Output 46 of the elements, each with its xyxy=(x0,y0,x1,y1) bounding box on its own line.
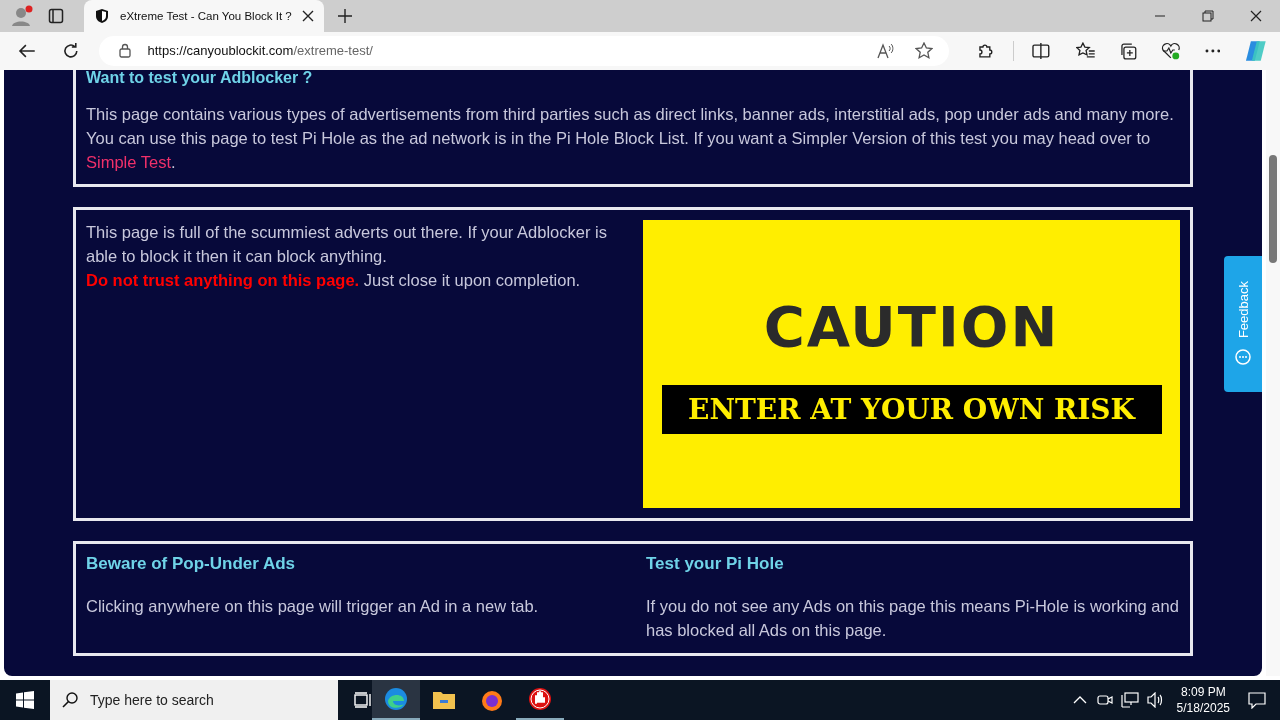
collections-icon[interactable] xyxy=(1119,41,1137,60)
chevron-up-icon[interactable] xyxy=(1072,696,1087,704)
caution-subtitle: ENTER AT YOUR OWN RISK xyxy=(661,384,1162,434)
puzzle-icon[interactable] xyxy=(977,41,995,60)
warning-paragraph: This page is full of the scummiest adverts out there. If your Adblocker is able to block it then it can block anything. Do not trust anything on this page. Just close it upon completion. xyxy=(86,221,608,291)
speaker-icon[interactable] xyxy=(1146,692,1165,708)
simple-test-link[interactable]: Simple Test xyxy=(86,152,171,171)
info-paragraph: Clicking anywhere on this page will trigger an Ad in a new tab. xyxy=(86,595,540,617)
chat-bubble-icon xyxy=(1234,348,1252,367)
read-aloud-icon[interactable] xyxy=(877,42,896,59)
intro-paragraph: This page contains various types of advertisements from third parties such as direct links, banner ads, interstitial ads, pop under ads and many more. You can use this page to test Pi Hole as the ad network is in the Pi Hole Block List. If you want a Simpler Version of this test you may head over to Simple Test. xyxy=(86,103,1175,173)
refresh-icon[interactable] xyxy=(61,41,80,60)
url-text: https://canyoublockit.com/extreme-test/ xyxy=(147,43,373,59)
back-arrow-icon[interactable] xyxy=(18,42,36,59)
windows-start-icon[interactable] xyxy=(16,691,34,709)
camera-icon[interactable] xyxy=(1096,692,1113,708)
star-icon[interactable] xyxy=(915,41,934,60)
info-paragraph: If you do not see any Ads on this page this means Pi-Hole is working and has blocked all Ads on this page. xyxy=(646,595,1180,641)
tab-actions-icon[interactable] xyxy=(48,8,64,24)
restore-icon[interactable] xyxy=(1202,10,1214,22)
shield-icon xyxy=(94,8,110,24)
close-icon[interactable] xyxy=(302,10,314,22)
close-icon[interactable] xyxy=(1250,10,1262,22)
scrollbar[interactable] xyxy=(1266,69,1280,676)
tab-title: eXtreme Test - Can You Block It ? xyxy=(120,10,292,22)
taskbar-search-field[interactable]: Type here to search xyxy=(50,680,338,720)
split-screen-icon[interactable] xyxy=(1031,42,1050,59)
profile-icon[interactable] xyxy=(10,4,34,28)
lock-icon xyxy=(119,43,132,59)
caution-title: CAUTION xyxy=(763,293,1060,359)
scrollbar-thumb[interactable] xyxy=(1269,154,1277,263)
more-options-icon[interactable] xyxy=(1204,48,1221,53)
new-tab-icon[interactable] xyxy=(338,9,352,23)
notifications-icon[interactable] xyxy=(1248,691,1266,709)
address-bar[interactable]: https://canyoublockit.com/extreme-test/ xyxy=(99,35,950,66)
search-icon xyxy=(62,692,78,708)
network-icon[interactable] xyxy=(1120,692,1139,708)
clock-date[interactable]: 5/18/2025 xyxy=(1176,701,1230,715)
browser-tab[interactable]: eXtreme Test - Can You Block It ? xyxy=(84,0,324,32)
section-heading: Beware of Pop-Under Ads xyxy=(86,553,297,574)
section-heading: Test your Pi Hole xyxy=(646,553,785,574)
favorites-icon[interactable] xyxy=(1075,41,1096,60)
heartbeat-icon[interactable] xyxy=(1160,41,1181,60)
clock-time[interactable]: 8:09 PM xyxy=(1180,685,1226,699)
section-heading: Want to test your Adblocker ? xyxy=(86,69,314,86)
task-view-icon[interactable] xyxy=(354,692,372,708)
